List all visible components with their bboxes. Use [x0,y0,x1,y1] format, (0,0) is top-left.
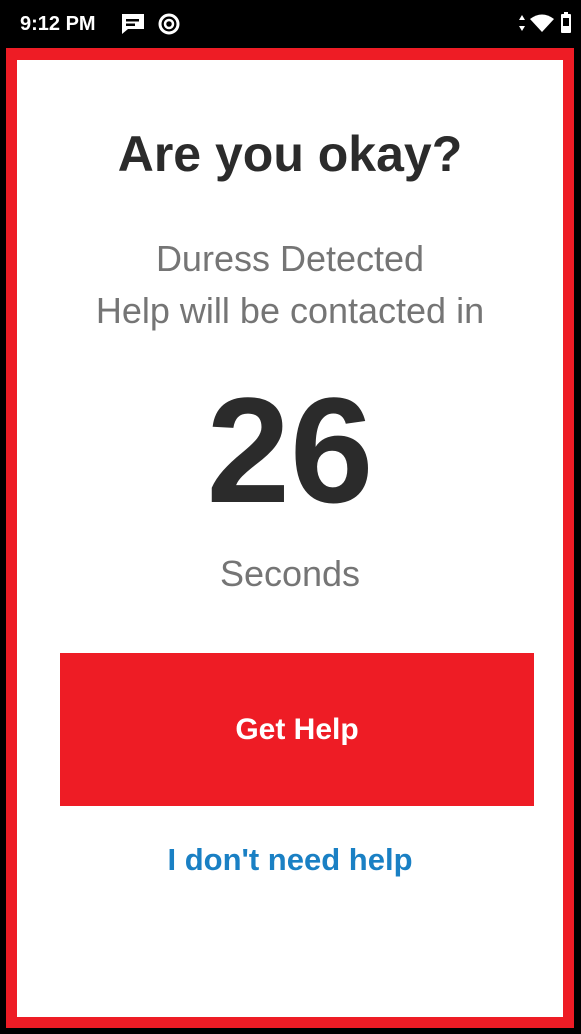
screen: 9:12 PM Are you okay? Duress Detected He… [0,0,581,1034]
duress-dialog: Are you okay? Duress Detected Help will … [17,60,563,1017]
message-icon [122,14,144,34]
countdown-value: 26 [206,366,374,534]
no-help-link[interactable]: I don't need help [17,840,563,880]
duress-detected-text: Duress Detected [155,238,425,279]
countdown-unit: Seconds [219,553,361,594]
get-help-button[interactable]: Get Help [60,653,534,806]
status-bar: 9:12 PM [0,0,581,46]
status-time: 9:12 PM [20,13,96,35]
sync-icon [158,13,180,35]
dialog-title: Are you okay? [117,126,463,182]
signal-icon [519,15,525,31]
wifi-icon [530,14,554,32]
help-contact-text: Help will be contacted in [95,290,485,331]
battery-icon [561,12,571,33]
